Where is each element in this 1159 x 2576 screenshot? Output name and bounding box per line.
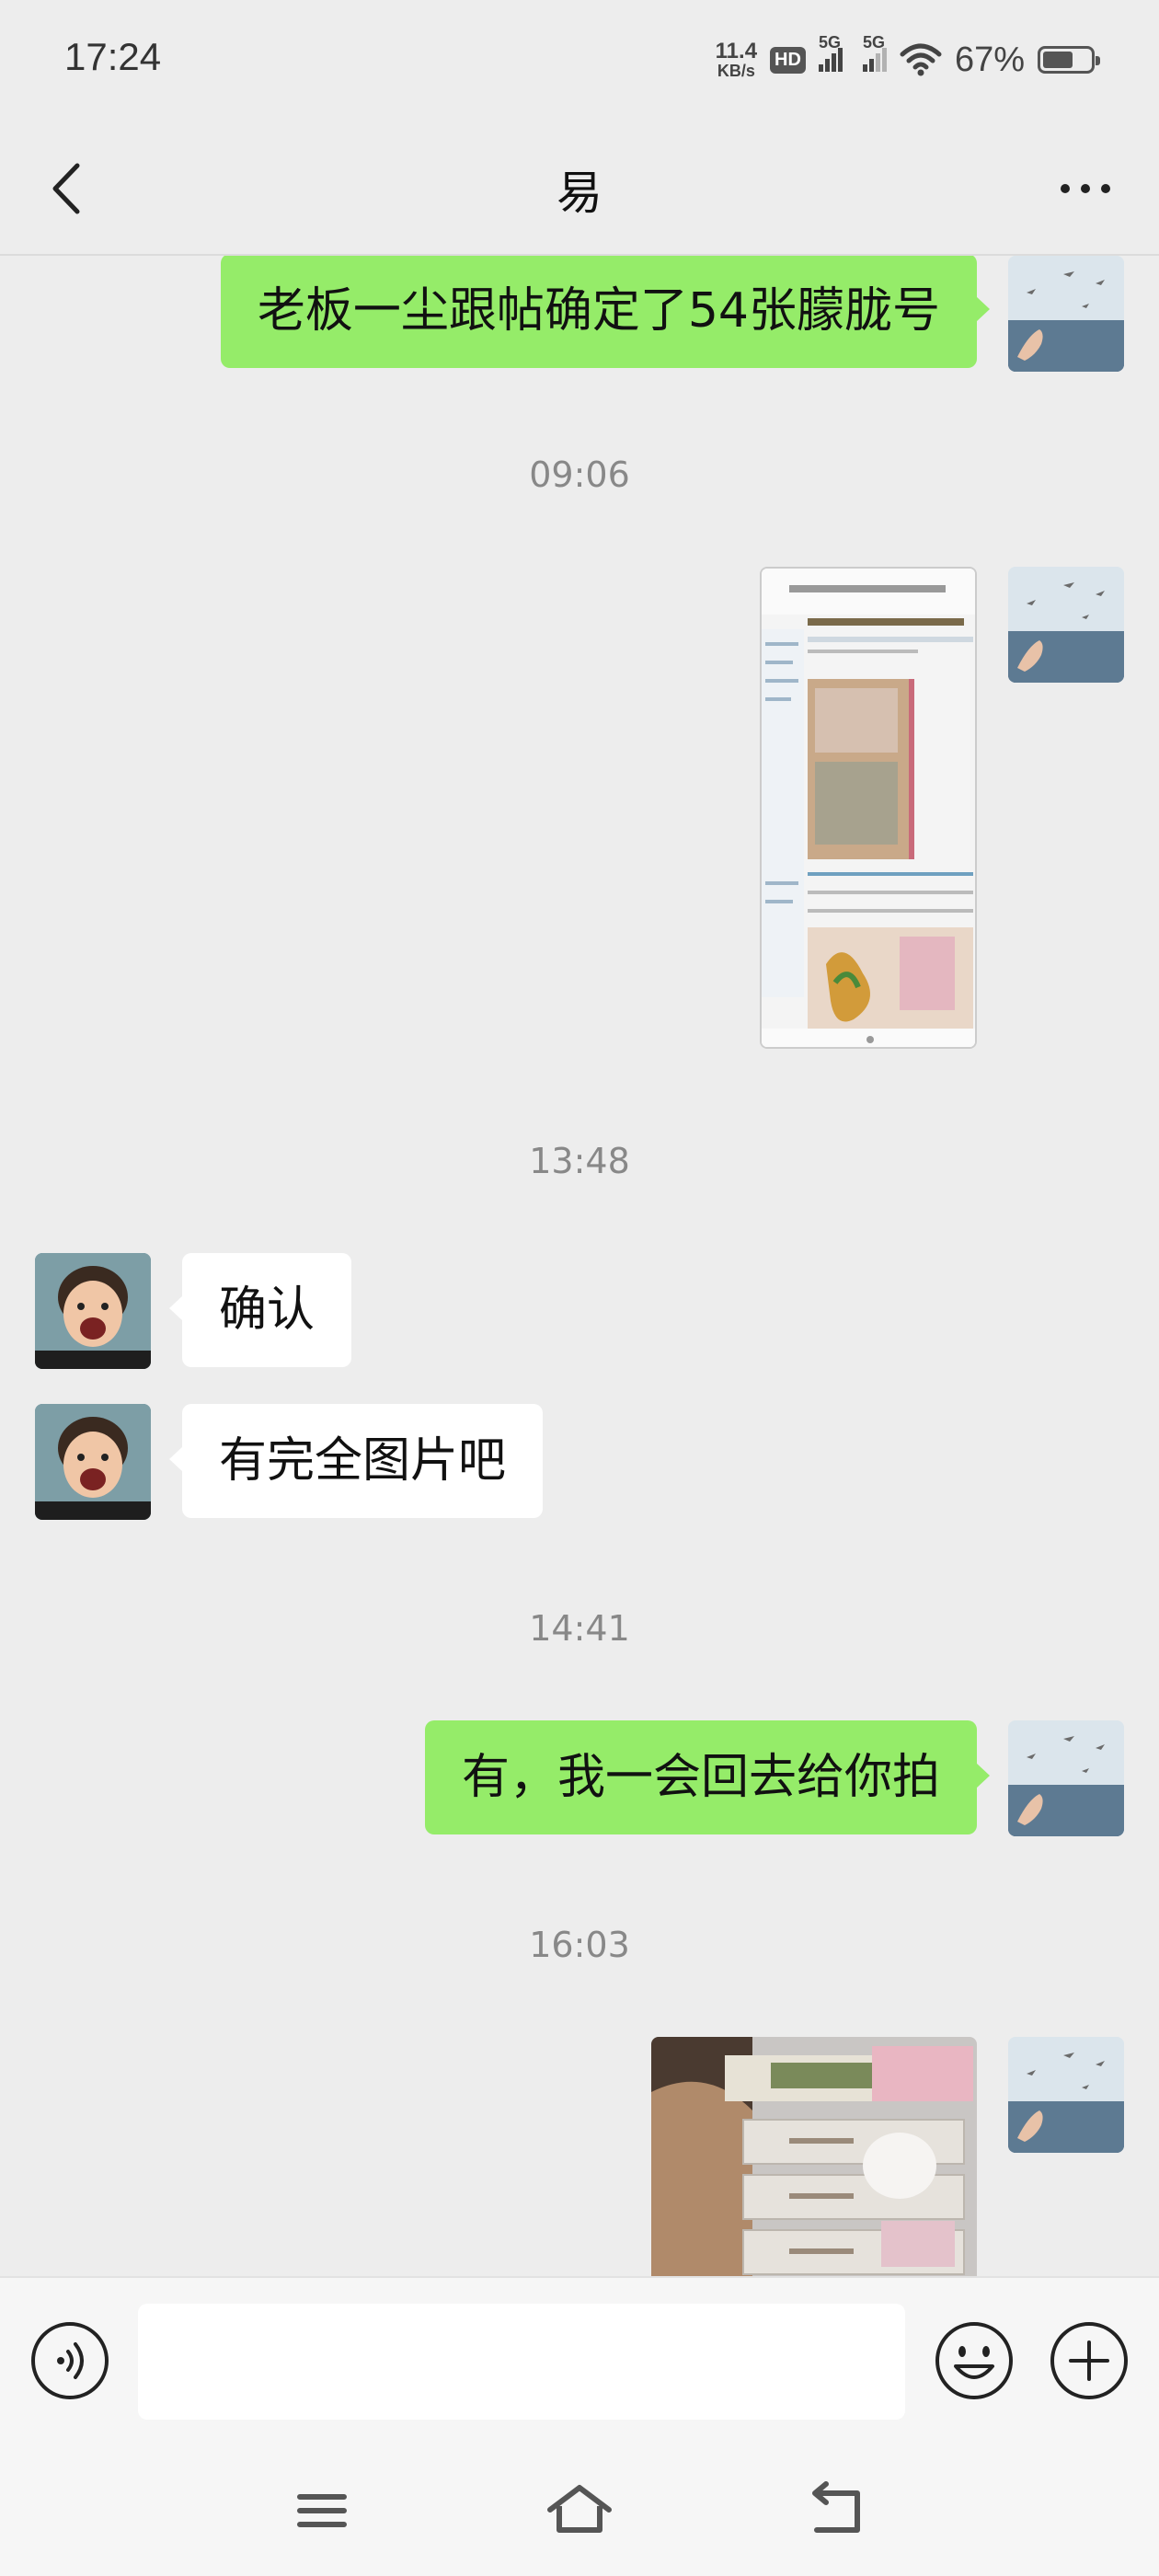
timestamp: 09:06 [529,454,630,495]
more-functions-button[interactable] [1049,2320,1130,2401]
timestamp: 14:41 [529,1608,630,1649]
emoji-icon [935,2322,1013,2399]
menu-icon [297,2494,347,2527]
network-speed-unit: KB/s [717,62,755,80]
message-text: 有，我一会回去给你拍 [461,1750,940,1805]
home-icon [547,2485,612,2533]
timestamp: 13:48 [529,1141,630,1181]
avatar[interactable] [35,1253,151,1369]
voice-input-icon [31,2322,109,2399]
avatar-image [1008,256,1124,372]
timestamp: 16:03 [529,1925,630,1965]
message-text: 老板一尘跟帖确定了54张朦胧号 [257,283,940,339]
ellipsis-icon [1061,184,1110,193]
avatar-image [1008,2037,1124,2153]
wifi-icon [900,43,942,76]
plus-icon [1050,2322,1128,2399]
avatar[interactable] [1008,256,1124,372]
recent-apps-button[interactable] [285,2478,359,2543]
signal-label: 5G [818,33,841,52]
chat-message-list[interactable]: 老板一尘跟帖确定了54张朦胧号 09:06 13:48 确认 有完全图片吧 14… [0,256,1159,2276]
status-time: 17:24 [64,35,162,78]
avatar-image [1008,1720,1124,1836]
avatar-image [35,1404,151,1520]
voice-button[interactable] [29,2320,110,2401]
avatar-image [1008,567,1124,683]
message-input-bar [0,2276,1159,2442]
network-speed-value: 11.4 [715,39,758,63]
emoji-button[interactable] [934,2320,1015,2401]
incoming-message-bubble[interactable]: 有完全图片吧 [168,1404,544,1518]
back-icon [812,2481,860,2533]
chat-title: 易 [557,167,602,220]
avatar[interactable] [35,1404,151,1520]
photo-thumbnail-icon [651,2037,977,2276]
avatar[interactable] [1008,2037,1124,2153]
signal-icon: 5G [862,33,887,72]
message-text: 有完全图片吧 [219,1433,507,1489]
outgoing-message-bubble[interactable]: 老板一尘跟帖确定了54张朦胧号 [220,256,991,368]
network-speed: 11.4 KB/s [715,39,758,80]
avatar[interactable] [1008,567,1124,683]
message-text: 确认 [219,1282,316,1338]
message-input[interactable] [138,2304,905,2420]
incoming-message-bubble[interactable]: 确认 [168,1253,352,1367]
chat-header: 易 [0,120,1159,256]
outgoing-message-bubble[interactable]: 有，我一会回去给你拍 [424,1720,991,1834]
battery-icon [1038,46,1100,74]
more-button[interactable] [1049,156,1122,221]
system-navigation-bar [0,2442,1159,2576]
hd-icon: HD [770,46,806,74]
home-button[interactable] [543,2478,616,2543]
avatar-image [35,1253,151,1369]
screenshot-thumbnail-icon [762,569,975,1047]
status-bar: 17:24 11.4 KB/s HD 5G 5G 67% [0,0,1159,120]
back-nav-button[interactable] [800,2478,874,2543]
signal-icon: 5G [818,33,843,72]
image-message[interactable] [760,567,977,1049]
battery-percent: 67% [954,40,1025,79]
status-indicators: 11.4 KB/s HD 5G 5G 67% [715,33,1100,83]
image-message[interactable] [651,2037,977,2276]
avatar[interactable] [1008,1720,1124,1836]
